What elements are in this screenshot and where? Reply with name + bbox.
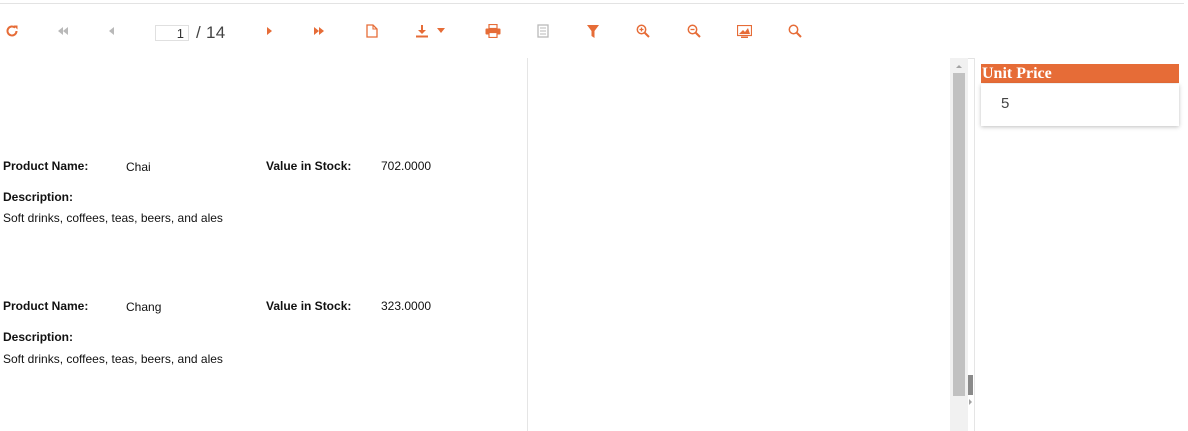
zoom-in-button[interactable] bbox=[634, 4, 652, 58]
vertical-scrollbar[interactable] bbox=[950, 58, 968, 431]
page-number-input[interactable] bbox=[155, 25, 189, 41]
parameters-pane: Unit Price 5 bbox=[974, 58, 1188, 431]
value-in-stock-label: Value in Stock: bbox=[266, 299, 352, 313]
next-page-button[interactable] bbox=[262, 4, 278, 58]
product-name-label: Product Name: bbox=[3, 299, 89, 313]
chevron-down-icon bbox=[437, 28, 445, 33]
document-map-button[interactable] bbox=[534, 4, 552, 58]
download-icon bbox=[416, 25, 428, 38]
search-icon bbox=[788, 24, 802, 38]
report-toolbar: / 14 bbox=[0, 3, 1184, 59]
splitter-handle[interactable] bbox=[968, 375, 973, 395]
scrollbar-thumb[interactable] bbox=[953, 73, 965, 396]
print-button[interactable] bbox=[483, 4, 503, 58]
report-canvas-blank bbox=[528, 58, 950, 431]
parameter-value-box[interactable]: 5 bbox=[981, 84, 1179, 126]
page-setup-button[interactable] bbox=[362, 4, 382, 58]
view-mode-button[interactable] bbox=[735, 4, 753, 58]
print-icon bbox=[485, 24, 501, 38]
filter-icon bbox=[587, 24, 599, 38]
zoom-out-button[interactable] bbox=[685, 4, 703, 58]
export-button[interactable] bbox=[410, 4, 450, 58]
last-page-icon bbox=[314, 27, 324, 35]
document-icon bbox=[366, 24, 378, 38]
value-in-stock-value: 702.0000 bbox=[381, 159, 432, 173]
scroll-up-arrow-icon bbox=[956, 65, 962, 68]
product-name-value: Chai bbox=[126, 160, 151, 174]
value-in-stock-value: 323.0000 bbox=[381, 299, 432, 313]
parameter-title: Unit Price bbox=[981, 64, 1179, 83]
refresh-icon bbox=[6, 25, 18, 37]
product-name-value: Chang bbox=[126, 300, 162, 314]
last-page-button[interactable] bbox=[309, 4, 331, 58]
parameter-value: 5 bbox=[1001, 95, 1010, 112]
description-label: Description: bbox=[3, 330, 74, 344]
page-navigator: / 14 bbox=[155, 23, 226, 43]
description-value: Soft drinks, coffees, teas, beers, and a… bbox=[3, 352, 223, 366]
first-page-button[interactable] bbox=[52, 4, 74, 58]
parameters-button[interactable] bbox=[585, 4, 601, 58]
zoom-out-icon bbox=[687, 24, 701, 38]
page-total-label: / 14 bbox=[196, 23, 226, 42]
first-page-icon bbox=[58, 27, 68, 35]
zoom-in-icon bbox=[636, 24, 650, 38]
view-mode-icon bbox=[736, 24, 752, 38]
report-page: Product Name: Chai Value in Stock: 702.0… bbox=[0, 58, 528, 431]
product-name-label: Product Name: bbox=[3, 159, 89, 173]
document-map-icon bbox=[537, 24, 549, 38]
prev-page-icon bbox=[109, 27, 114, 35]
prev-page-button[interactable] bbox=[104, 4, 120, 58]
value-in-stock-label: Value in Stock: bbox=[266, 159, 352, 173]
refresh-button[interactable] bbox=[0, 4, 24, 58]
description-value: Soft drinks, coffees, teas, beers, and a… bbox=[3, 211, 223, 225]
search-button[interactable] bbox=[786, 4, 804, 58]
next-page-icon bbox=[267, 27, 272, 35]
description-label: Description: bbox=[3, 190, 74, 204]
